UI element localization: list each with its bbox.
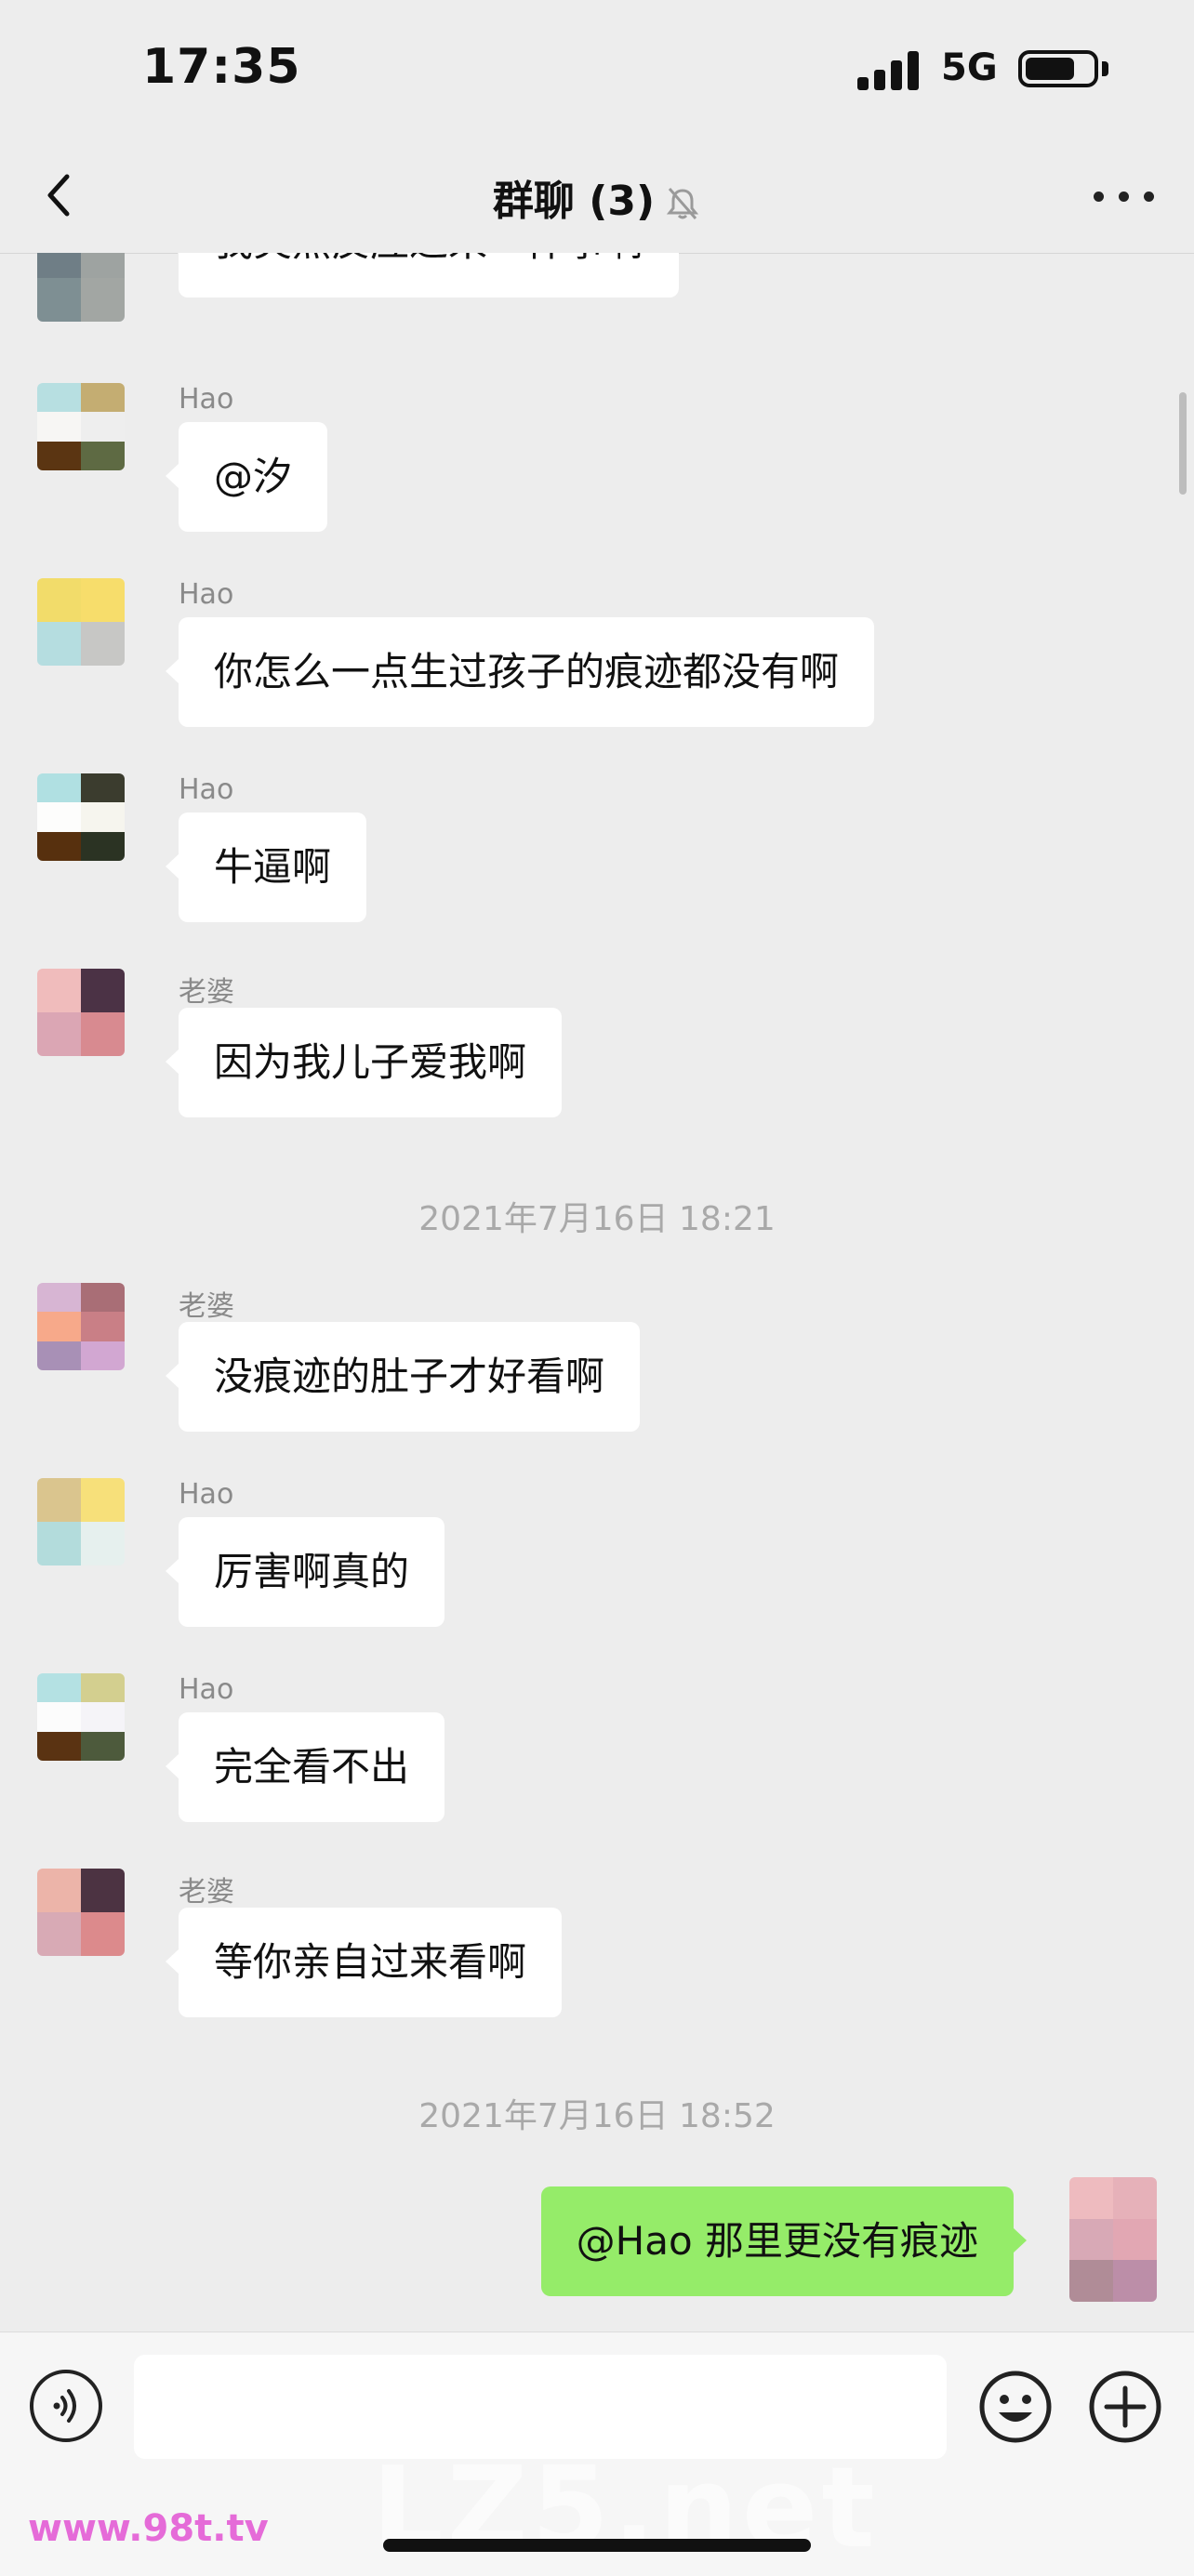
message-bubble-outgoing[interactable]: @Hao 那里更没有痕迹 <box>540 2186 1028 2296</box>
message-bubble[interactable]: 牛逼啊 <box>165 812 367 922</box>
network-type: 5G <box>941 46 998 89</box>
sender-name: Hao <box>179 773 234 806</box>
watermark: LZ5.net <box>372 2444 879 2573</box>
more-options-button[interactable] <box>1092 180 1157 208</box>
message-timestamp: 2021年7月16日 18:52 <box>418 2097 776 2135</box>
voice-icon <box>53 2389 76 2423</box>
emoji-button[interactable] <box>978 2370 1053 2444</box>
emoji-icon <box>979 2371 1052 2443</box>
sender-name: Hao <box>179 1673 234 1706</box>
avatar[interactable] <box>37 578 125 666</box>
sender-name: 老婆 <box>179 1290 234 1323</box>
sender-name: Hao <box>179 1478 234 1511</box>
avatar[interactable] <box>37 1283 125 1370</box>
voice-input-button[interactable] <box>30 2370 102 2442</box>
watermark-left: www.98t.tv <box>28 2507 269 2550</box>
avatar[interactable] <box>37 1478 125 1565</box>
status-time: 17:35 <box>142 39 301 95</box>
battery-icon <box>1018 50 1098 87</box>
scrollbar[interactable] <box>1179 392 1187 495</box>
add-button[interactable] <box>1088 2370 1162 2444</box>
chat-title: 群聊 (3) <box>492 178 656 225</box>
home-indicator[interactable] <box>383 2539 811 2552</box>
message-list[interactable]: 我突然反应过来一件事啊 Hao @汐 Hao 你怎么一点生过孩子的痕迹都没有啊 … <box>0 253 1194 2332</box>
message-bubble[interactable]: 没痕迹的肚子才好看啊 <box>165 1322 641 1432</box>
message-bubble[interactable]: @汐 <box>165 422 328 532</box>
status-bar: 17:35 5G <box>0 0 1194 139</box>
message-timestamp: 2021年7月16日 18:21 <box>418 1200 776 1238</box>
mute-bell-icon <box>666 188 699 219</box>
avatar[interactable] <box>37 1869 125 1956</box>
avatar[interactable] <box>37 969 125 1056</box>
message-bubble[interactable]: 完全看不出 <box>165 1712 445 1822</box>
avatar[interactable] <box>37 1673 125 1761</box>
message-bubble[interactable]: 等你亲自过来看啊 <box>165 1908 563 2017</box>
sender-name: 老婆 <box>179 1876 234 1909</box>
sender-name: Hao <box>179 578 234 611</box>
avatar[interactable] <box>37 253 125 322</box>
avatar[interactable] <box>37 773 125 861</box>
message-bubble[interactable]: 你怎么一点生过孩子的痕迹都没有啊 <box>165 617 875 727</box>
message-bubble[interactable]: 我突然反应过来一件事啊 <box>165 253 680 297</box>
plus-circle-icon <box>1089 2371 1161 2443</box>
avatar[interactable] <box>37 383 125 470</box>
my-avatar[interactable] <box>1069 2177 1157 2302</box>
sender-name: 老婆 <box>179 976 234 1009</box>
input-bar: LZ5.net www.98t.tv <box>0 2332 1194 2576</box>
message-bubble[interactable]: 厉害啊真的 <box>165 1517 445 1627</box>
sender-name: Hao <box>179 383 234 416</box>
chat-title-wrap: 群聊 (3) <box>0 167 1194 227</box>
battery-cap <box>1102 61 1108 76</box>
signal-icon <box>857 51 924 90</box>
message-bubble[interactable]: 因为我儿子爱我啊 <box>165 1008 563 1117</box>
chat-header: 群聊 (3) <box>0 139 1194 254</box>
